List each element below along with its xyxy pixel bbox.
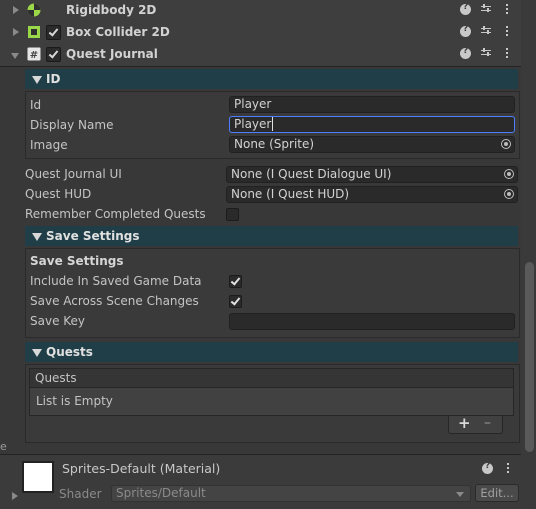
material-preview-thumbnail bbox=[22, 461, 54, 493]
rigidbody2d-header[interactable]: Rigidbody 2D bbox=[0, 0, 521, 23]
help-icon[interactable] bbox=[460, 24, 471, 37]
component-title: Quest Journal bbox=[66, 47, 158, 61]
inspector-scrollbar-thumb[interactable] bbox=[525, 262, 534, 452]
shader-edit-button[interactable]: Edit... bbox=[475, 484, 519, 502]
enable-checkbox[interactable] bbox=[46, 25, 61, 40]
quest-hud-label: Quest HUD bbox=[25, 187, 92, 201]
section-title: ID bbox=[46, 72, 61, 86]
save-settings-foldout-header[interactable]: Save Settings bbox=[25, 226, 518, 246]
display-name-label: Display Name bbox=[30, 118, 114, 132]
more-menu-icon[interactable] bbox=[501, 3, 513, 17]
fold-arrow-icon[interactable] bbox=[12, 492, 18, 500]
more-menu-icon[interactable] bbox=[501, 25, 513, 39]
remove-item-button[interactable]: – bbox=[484, 415, 491, 431]
object-picker-icon[interactable] bbox=[504, 169, 514, 179]
fold-arrow-icon[interactable] bbox=[13, 28, 19, 36]
more-menu-icon[interactable] bbox=[502, 462, 514, 476]
quests-list-body: List is Empty bbox=[29, 388, 514, 416]
shader-label: Shader bbox=[59, 487, 102, 501]
quest-hud-value: None (I Quest HUD) bbox=[231, 187, 350, 201]
quests-list-title: Quests bbox=[35, 371, 77, 385]
display-name-value: Player bbox=[234, 117, 272, 131]
image-label: Image bbox=[30, 138, 68, 152]
include-saved-label: Include In Saved Game Data bbox=[30, 274, 202, 288]
foldout-open-icon bbox=[32, 76, 42, 84]
foldout-open-icon bbox=[32, 349, 42, 357]
save-settings-subheader: Save Settings bbox=[30, 254, 124, 268]
component-title: Box Collider 2D bbox=[66, 25, 170, 39]
quest-hud-field[interactable]: None (I Quest HUD) bbox=[226, 186, 518, 203]
image-value: None (Sprite) bbox=[234, 137, 315, 151]
dropdown-arrow-icon bbox=[456, 492, 464, 497]
fold-arrow-icon[interactable] bbox=[13, 6, 19, 14]
remember-completed-label: Remember Completed Quests bbox=[25, 207, 206, 221]
save-key-field[interactable] bbox=[229, 313, 515, 330]
rigidbody-icon bbox=[27, 3, 41, 17]
questjournal-header[interactable]: # Quest Journal bbox=[0, 44, 521, 67]
display-name-field[interactable]: Player bbox=[229, 116, 515, 133]
list-footer: + – bbox=[448, 414, 503, 434]
help-icon[interactable] bbox=[460, 46, 471, 59]
save-across-checkbox[interactable] bbox=[229, 295, 242, 308]
component-title: Rigidbody 2D bbox=[66, 3, 157, 17]
quest-journal-ui-value: None (I Quest Dialogue UI) bbox=[231, 167, 392, 181]
id-foldout-header[interactable]: ID bbox=[25, 69, 518, 89]
object-picker-icon[interactable] bbox=[501, 139, 511, 149]
presets-icon[interactable] bbox=[480, 47, 492, 61]
id-label: Id bbox=[30, 98, 42, 112]
id-field[interactable]: Player bbox=[229, 96, 515, 113]
boxcollider2d-header[interactable]: Box Collider 2D bbox=[0, 22, 521, 45]
quests-list-header: Quests bbox=[29, 368, 514, 388]
quest-journal-ui-label: Quest Journal UI bbox=[25, 167, 122, 181]
box-collider-icon bbox=[27, 25, 41, 39]
shader-value: Sprites/Default bbox=[116, 486, 206, 500]
help-icon[interactable] bbox=[460, 2, 471, 15]
text-cursor bbox=[272, 117, 274, 131]
empty-list-text: List is Empty bbox=[36, 394, 113, 408]
help-icon[interactable] bbox=[482, 461, 493, 474]
save-across-label: Save Across Scene Changes bbox=[30, 294, 199, 308]
include-saved-checkbox[interactable] bbox=[229, 275, 242, 288]
script-icon: # bbox=[27, 47, 41, 61]
remember-completed-checkbox[interactable] bbox=[226, 208, 239, 221]
presets-icon[interactable] bbox=[480, 3, 492, 17]
section-title: Save Settings bbox=[46, 229, 140, 243]
image-object-field[interactable]: None (Sprite) bbox=[229, 136, 515, 153]
shader-dropdown[interactable]: Sprites/Default bbox=[111, 485, 471, 502]
svg-text:#: # bbox=[30, 50, 38, 61]
enable-checkbox[interactable] bbox=[46, 47, 61, 62]
quests-foldout-header[interactable]: Quests bbox=[25, 342, 518, 362]
material-title: Sprites-Default (Material) bbox=[62, 461, 221, 476]
presets-icon[interactable] bbox=[480, 25, 492, 39]
save-key-label: Save Key bbox=[30, 314, 86, 328]
section-title: Quests bbox=[46, 345, 93, 359]
edge-char: e bbox=[0, 440, 7, 453]
more-menu-icon[interactable] bbox=[501, 47, 513, 61]
object-picker-icon[interactable] bbox=[504, 189, 514, 199]
foldout-open-icon bbox=[32, 233, 42, 241]
add-item-button[interactable]: + bbox=[458, 414, 471, 432]
fold-arrow-icon[interactable] bbox=[11, 53, 19, 59]
quest-journal-ui-field[interactable]: None (I Quest Dialogue UI) bbox=[226, 166, 518, 183]
